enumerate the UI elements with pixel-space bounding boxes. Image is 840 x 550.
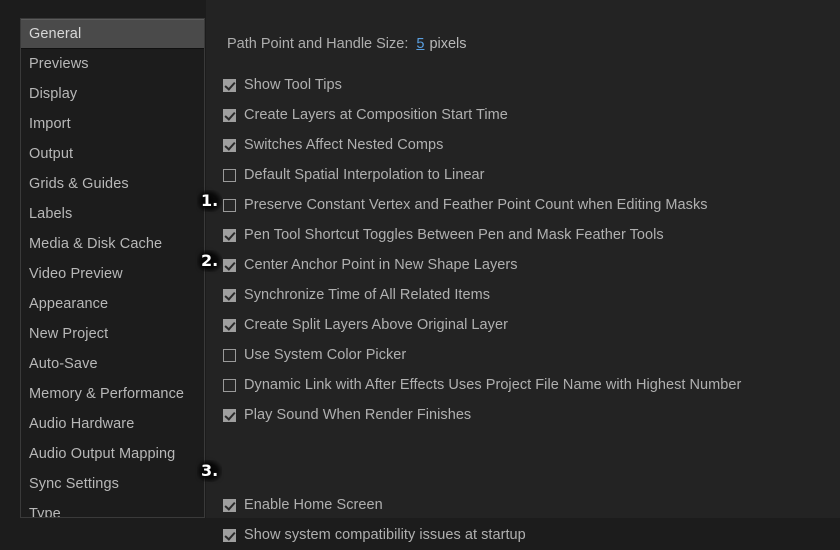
sidebar-item-auto-save[interactable]: Auto-Save bbox=[21, 349, 204, 379]
general-preferences-panel: Path Point and Handle Size: 5 pixels Sho… bbox=[206, 0, 840, 543]
sidebar-item-import[interactable]: Import bbox=[21, 109, 204, 139]
sidebar-item-label: Appearance bbox=[29, 296, 109, 312]
sidebar-item-label: Audio Output Mapping bbox=[29, 446, 176, 462]
checkbox-label: Use System Color Picker bbox=[244, 347, 407, 363]
checkbox-label: Enable Home Screen bbox=[244, 497, 383, 513]
checkbox-row-center-anchor-point-in-new-shape-layers[interactable]: Center Anchor Point in New Shape Layers bbox=[223, 250, 840, 280]
sidebar-item-memory-performance[interactable]: Memory & Performance bbox=[21, 379, 204, 409]
checkbox-checked-icon[interactable] bbox=[223, 138, 236, 152]
checkbox-label: Default Spatial Interpolation to Linear bbox=[244, 167, 485, 183]
checkbox-label: Create Split Layers Above Original Layer bbox=[244, 317, 508, 333]
checkbox-row-create-layers-at-composition-start-time[interactable]: Create Layers at Composition Start Time bbox=[223, 100, 840, 130]
checkbox-label: Dynamic Link with After Effects Uses Pro… bbox=[244, 377, 742, 393]
checkbox-row-create-split-layers-above-original-layer[interactable]: Create Split Layers Above Original Layer bbox=[223, 310, 840, 340]
general-options-list: Show Tool Tips Create Layers at Compositi… bbox=[223, 70, 840, 550]
checkbox-row-play-sound-when-render-finishes[interactable]: Play Sound When Render Finishes bbox=[223, 400, 840, 430]
checkbox-label: Show Tool Tips bbox=[244, 77, 342, 93]
sidebar-item-label: Display bbox=[29, 86, 78, 102]
sidebar-item-grids-guides[interactable]: Grids & Guides bbox=[21, 169, 204, 199]
checkbox-label: Create Layers at Composition Start Time bbox=[244, 107, 508, 123]
checkbox-checked-icon[interactable] bbox=[223, 408, 236, 422]
sidebar-item-label: General bbox=[29, 26, 82, 42]
sidebar-item-label: Type bbox=[29, 506, 61, 518]
sidebar-item-labels[interactable]: Labels bbox=[21, 199, 204, 229]
checkbox-checked-icon[interactable] bbox=[223, 258, 236, 272]
sidebar-item-type[interactable]: Type bbox=[21, 499, 204, 518]
checkbox-checked-icon[interactable] bbox=[223, 498, 236, 512]
sidebar-item-sync-settings[interactable]: Sync Settings bbox=[21, 469, 204, 499]
checkbox-row-default-spatial-interpolation-to-linear[interactable]: Default Spatial Interpolation to Linear bbox=[223, 160, 840, 190]
checkbox-label: Center Anchor Point in New Shape Layers bbox=[244, 257, 518, 273]
checkbox-label: Switches Affect Nested Comps bbox=[244, 137, 444, 153]
sidebar-item-new-project[interactable]: New Project bbox=[21, 319, 204, 349]
checkbox-label: Play Sound When Render Finishes bbox=[244, 407, 472, 423]
sidebar-item-label: New Project bbox=[29, 326, 109, 342]
checkbox-checked-icon[interactable] bbox=[223, 318, 236, 332]
checkbox-unchecked-icon[interactable] bbox=[223, 378, 236, 392]
checkbox-checked-icon[interactable] bbox=[223, 288, 236, 302]
checkbox-row-preserve-constant-vertex-and-feather-point-cou[interactable]: Preserve Constant Vertex and Feather Poi… bbox=[223, 190, 840, 220]
sidebar-item-label: Sync Settings bbox=[29, 476, 119, 492]
sidebar-item-label: Import bbox=[29, 116, 71, 132]
checkbox-checked-icon[interactable] bbox=[223, 78, 236, 92]
path-point-and-handle-size-field: Path Point and Handle Size: 5 pixels bbox=[227, 36, 467, 52]
sidebar-item-general[interactable]: General bbox=[21, 19, 204, 49]
checkbox-row-dynamic-link-with-after-effects-uses-project-f[interactable]: Dynamic Link with After Effects Uses Pro… bbox=[223, 370, 840, 400]
checkbox-unchecked-icon[interactable] bbox=[223, 348, 236, 362]
sidebar-item-previews[interactable]: Previews bbox=[21, 49, 204, 79]
sidebar: General Previews Display Import Output Grids … bbox=[0, 0, 206, 518]
sidebar-item-label: Previews bbox=[29, 56, 89, 72]
sidebar-item-media-disk-cache[interactable]: Media & Disk Cache bbox=[21, 229, 204, 259]
checkbox-unchecked-icon[interactable] bbox=[223, 168, 236, 182]
sidebar-item-label: Memory & Performance bbox=[29, 386, 185, 402]
path-point-size-unit: pixels bbox=[429, 36, 467, 52]
checkbox-row-switches-affect-nested-comps[interactable]: Switches Affect Nested Comps bbox=[223, 130, 840, 160]
sidebar-item-label: Output bbox=[29, 146, 74, 162]
sidebar-item-audio-hardware[interactable]: Audio Hardware bbox=[21, 409, 204, 439]
sidebar-item-output[interactable]: Output bbox=[21, 139, 204, 169]
checkbox-row-pen-tool-shortcut-toggles-between-pen-and-mask[interactable]: Pen Tool Shortcut Toggles Between Pen an… bbox=[223, 220, 840, 250]
checkbox-row-show-system-compatibility-issues-at-startup[interactable]: Show system compatibility issues at star… bbox=[223, 520, 840, 550]
sidebar-item-label: Video Preview bbox=[29, 266, 123, 282]
path-point-size-input[interactable]: 5 bbox=[416, 36, 424, 52]
checkbox-label: Show system compatibility issues at star… bbox=[244, 527, 526, 543]
sidebar-item-display[interactable]: Display bbox=[21, 79, 204, 109]
checkbox-unchecked-icon[interactable] bbox=[223, 198, 236, 212]
sidebar-category-list[interactable]: General Previews Display Import Output Grids … bbox=[20, 18, 205, 518]
checkbox-checked-icon[interactable] bbox=[223, 528, 236, 542]
sidebar-item-video-preview[interactable]: Video Preview bbox=[21, 259, 204, 289]
path-point-size-label: Path Point and Handle Size: bbox=[227, 36, 409, 52]
checkbox-label: Preserve Constant Vertex and Feather Poi… bbox=[244, 197, 708, 213]
preferences-window: General Previews Display Import Output Grids … bbox=[0, 0, 840, 543]
checkbox-row-show-tool-tips[interactable]: Show Tool Tips bbox=[223, 70, 840, 100]
sidebar-item-label: Media & Disk Cache bbox=[29, 236, 163, 252]
sidebar-item-appearance[interactable]: Appearance bbox=[21, 289, 204, 319]
checkbox-row-synchronize-time-of-all-related-items[interactable]: Synchronize Time of All Related Items bbox=[223, 280, 840, 310]
checkbox-row-enable-home-screen[interactable]: Enable Home Screen bbox=[223, 490, 840, 520]
sidebar-item-label: Auto-Save bbox=[29, 356, 98, 372]
sidebar-item-label: Labels bbox=[29, 206, 73, 222]
checkbox-checked-icon[interactable] bbox=[223, 108, 236, 122]
checkbox-label: Pen Tool Shortcut Toggles Between Pen an… bbox=[244, 227, 664, 243]
sidebar-item-label: Grids & Guides bbox=[29, 176, 129, 192]
sidebar-item-label: Audio Hardware bbox=[29, 416, 135, 432]
checkbox-checked-icon[interactable] bbox=[223, 228, 236, 242]
checkbox-label: Synchronize Time of All Related Items bbox=[244, 287, 491, 303]
sidebar-item-audio-output-mapping[interactable]: Audio Output Mapping bbox=[21, 439, 204, 469]
checkbox-row-use-system-color-picker[interactable]: Use System Color Picker bbox=[223, 340, 840, 370]
